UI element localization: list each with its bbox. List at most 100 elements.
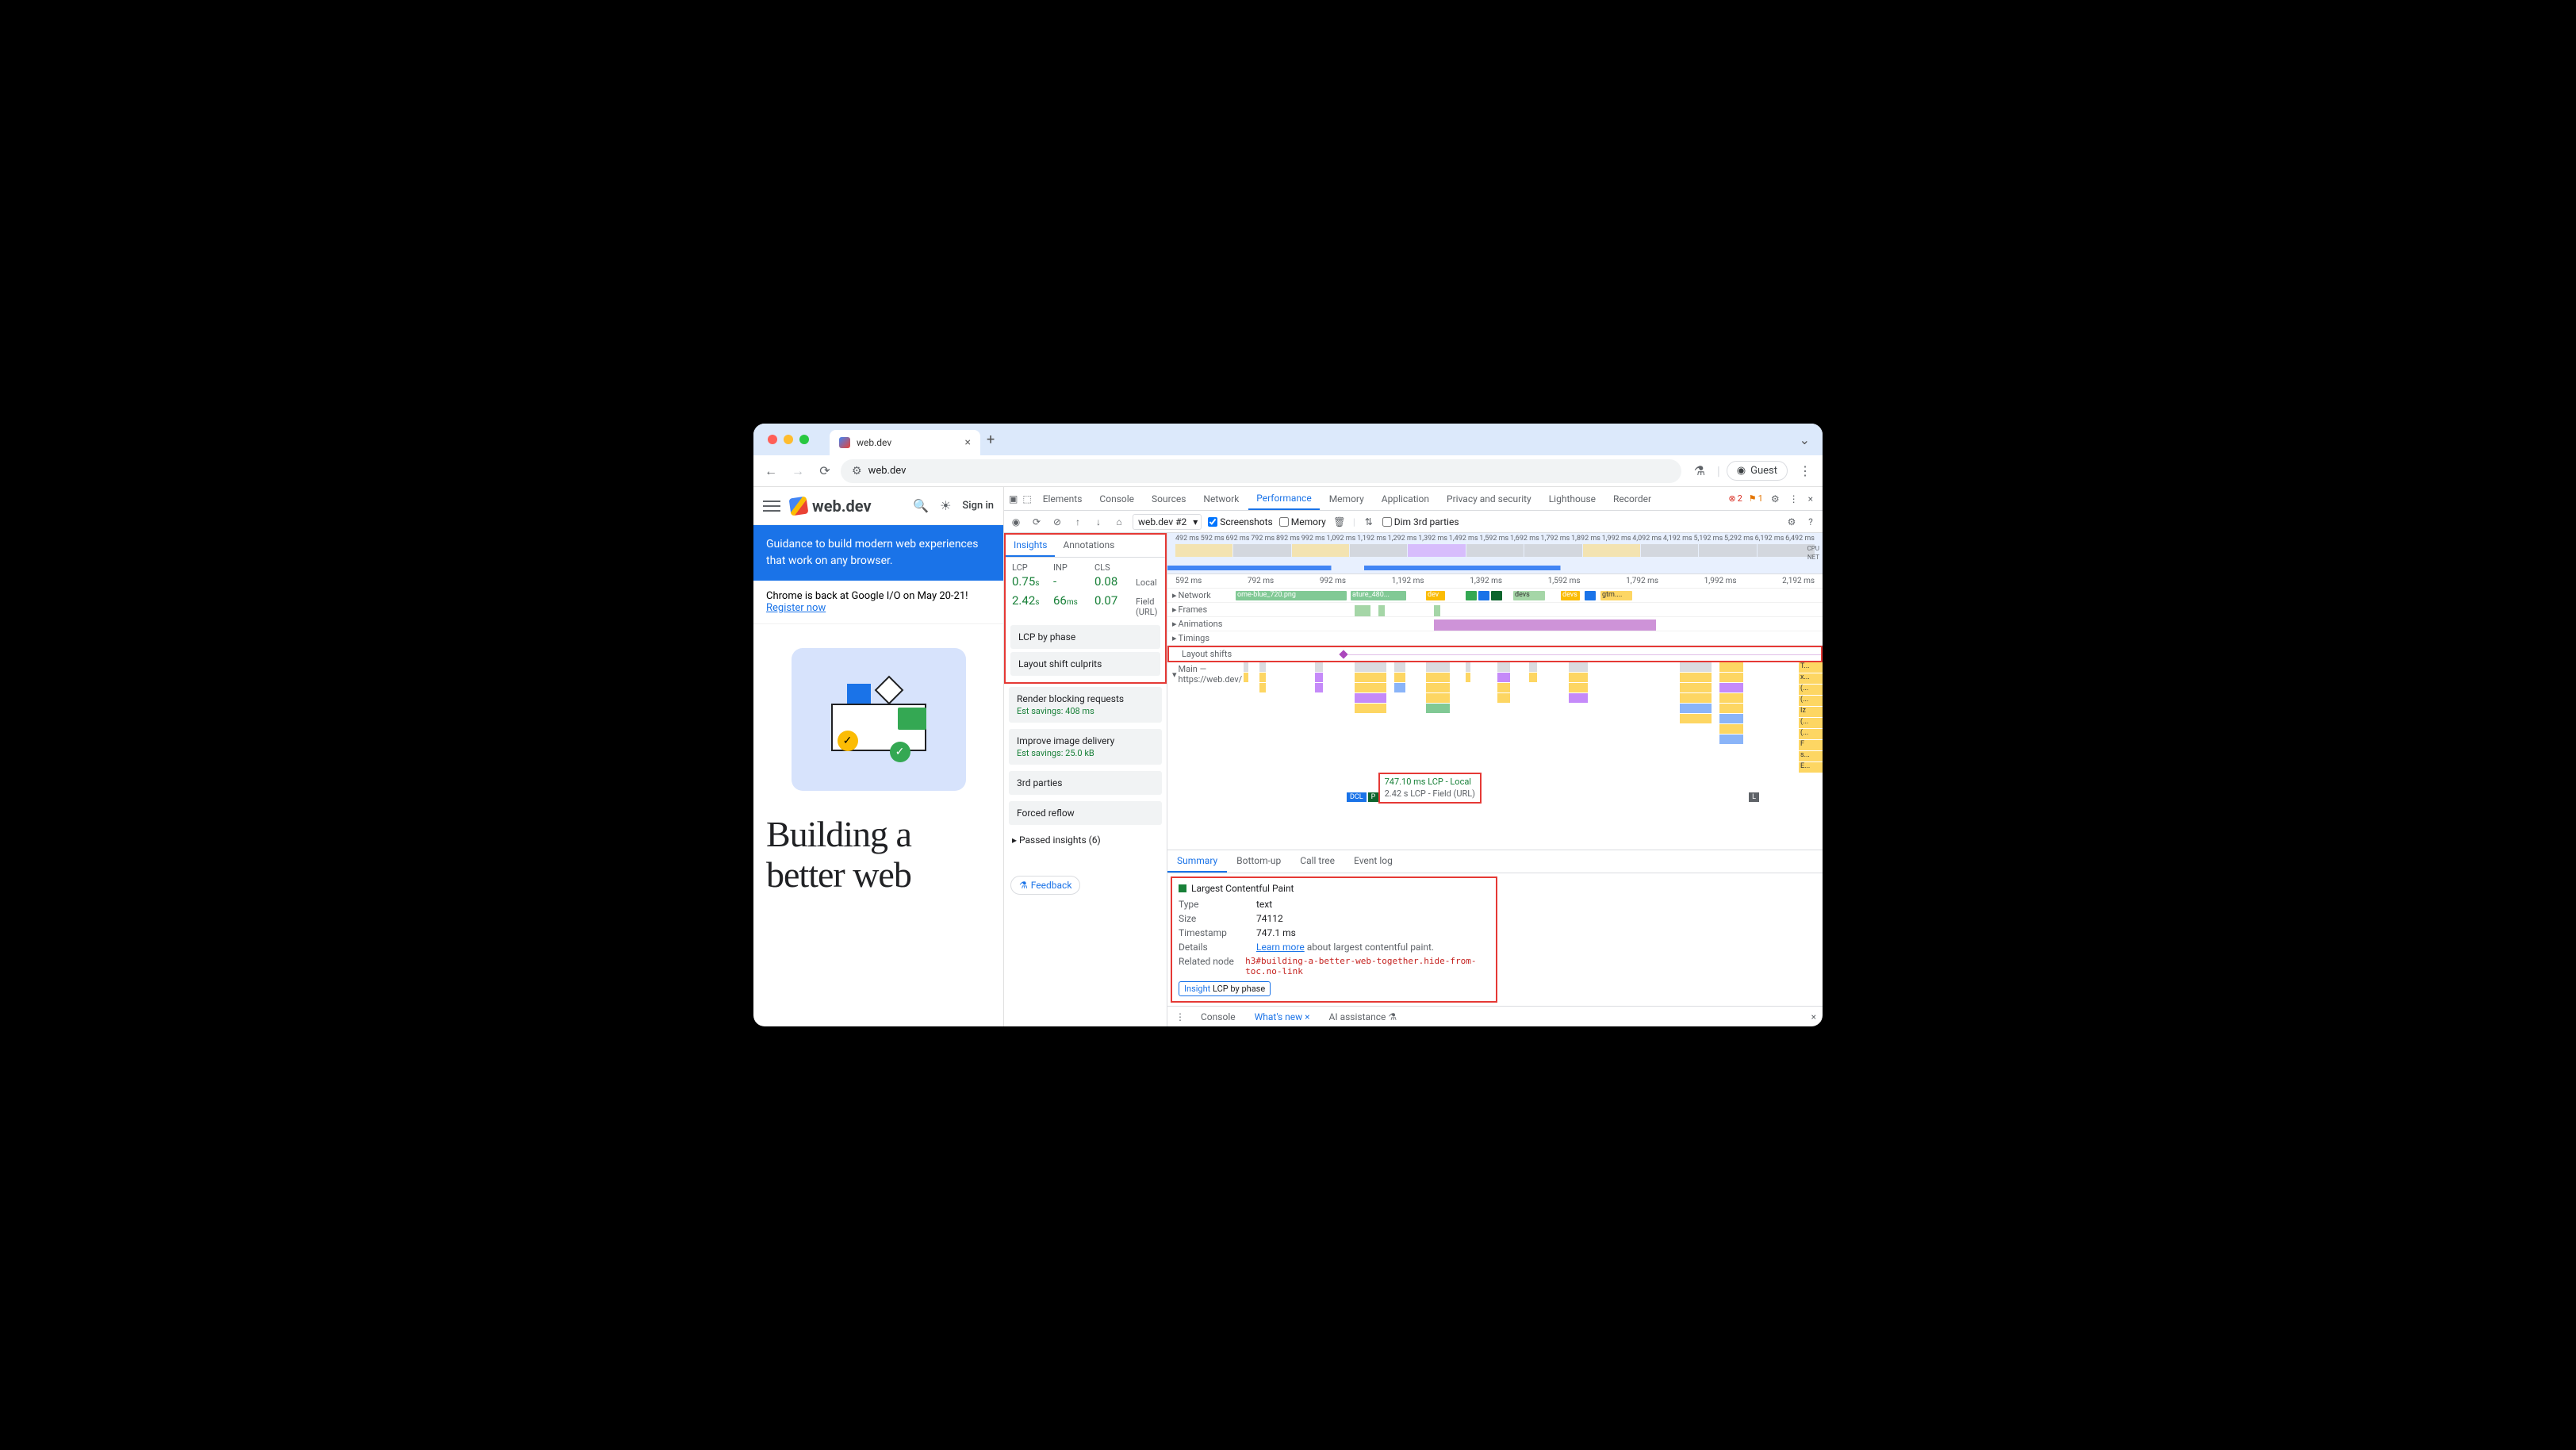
record-button[interactable]: ◉ — [1009, 515, 1023, 529]
close-tab-button[interactable]: × — [965, 436, 971, 449]
browser-tab[interactable]: web.dev × — [830, 430, 980, 455]
reload-button[interactable]: ⟳ — [814, 460, 836, 482]
drawer-whatsnew-tab[interactable]: What's new × — [1250, 1008, 1315, 1026]
devtools-pane: ▣ ⬚ Elements Console Sources Network Per… — [1004, 487, 1823, 1026]
new-tab-button[interactable]: + — [987, 432, 995, 448]
annotations-tab[interactable]: Annotations — [1055, 535, 1122, 557]
clear-button[interactable]: ⊘ — [1050, 515, 1064, 529]
calltree-tab[interactable]: Call tree — [1290, 850, 1344, 873]
metrics-local-row: 0.75s - 0.08 Local — [1006, 574, 1165, 593]
browser-menu-button[interactable]: ⋮ — [1794, 460, 1816, 482]
settings-icon[interactable]: ⚙ — [1769, 492, 1781, 506]
error-badge[interactable]: ⊗2 — [1728, 493, 1742, 504]
tab-console[interactable]: Console — [1091, 489, 1142, 509]
window-controls — [760, 435, 817, 444]
labs-icon[interactable]: ⚗ — [1689, 460, 1711, 482]
time-ruler[interactable]: 592 ms792 ms992 ms1,192 ms1,392 ms1,592 … — [1167, 574, 1823, 589]
insight-render-blocking[interactable]: Render blocking requests Est savings: 40… — [1009, 687, 1162, 723]
tab-performance[interactable]: Performance — [1248, 488, 1319, 510]
help-icon[interactable]: ? — [1804, 515, 1818, 529]
l-marker: L — [1749, 792, 1759, 802]
reload-record-button[interactable]: ⟳ — [1029, 515, 1044, 529]
tab-privacy[interactable]: Privacy and security — [1439, 489, 1539, 509]
signin-link[interactable]: Sign in — [962, 500, 994, 512]
site-logo[interactable]: web.dev — [790, 497, 872, 516]
tabs-dropdown-button[interactable]: ⌄ — [1793, 429, 1816, 451]
search-icon[interactable]: 🔍 — [913, 498, 929, 513]
gc-button[interactable]: 🗑 — [1332, 515, 1347, 529]
tab-network[interactable]: Network — [1195, 489, 1247, 509]
passed-insights-toggle[interactable]: ▸ Passed insights (6) — [1004, 828, 1167, 852]
recording-select[interactable]: web.dev #2 ▾ — [1133, 514, 1202, 530]
insight-chip[interactable]: Insight LCP by phase — [1179, 981, 1271, 996]
back-button[interactable]: ← — [760, 460, 782, 482]
inspect-icon[interactable]: ▣ — [1007, 492, 1019, 506]
home-button[interactable]: ⌂ — [1112, 515, 1126, 529]
maximize-window-button[interactable] — [799, 435, 809, 444]
tab-title: web.dev — [857, 437, 891, 448]
lcp-tooltip: 747.10 ms LCP - Local 2.42 s LCP - Field… — [1378, 773, 1482, 804]
close-window-button[interactable] — [768, 435, 777, 444]
timeline-pane: 492 ms592 ms692 ms792 ms892 ms992 ms1,09… — [1167, 533, 1823, 1026]
track-frames[interactable]: ▸ Frames — [1167, 603, 1823, 617]
drawer-close-button[interactable]: × — [1811, 1011, 1816, 1022]
forward-button[interactable]: → — [787, 460, 809, 482]
insight-image-delivery[interactable]: Improve image delivery Est savings: 25.0… — [1009, 729, 1162, 765]
drawer-ai-tab[interactable]: AI assistance ⚗ — [1324, 1008, 1402, 1026]
performance-toolbar: ◉ ⟳ ⊘ ↑ ↓ ⌂ web.dev #2 ▾ Screenshots Mem… — [1004, 511, 1823, 533]
feedback-button[interactable]: ⚗ Feedback — [1010, 876, 1080, 895]
download-button[interactable]: ↓ — [1091, 515, 1106, 529]
overview-ruler[interactable]: 492 ms592 ms692 ms792 ms892 ms992 ms1,09… — [1167, 533, 1823, 574]
insight-forced-reflow[interactable]: Forced reflow — [1009, 801, 1162, 825]
tracks-container[interactable]: ▸ Network ome-blue_720.png ature_480... … — [1167, 589, 1823, 850]
summary-tab[interactable]: Summary — [1167, 850, 1227, 873]
track-layout-shifts[interactable]: Layout shifts — [1167, 646, 1823, 662]
profile-button[interactable]: ◉ Guest — [1727, 461, 1788, 481]
eventlog-tab[interactable]: Event log — [1344, 850, 1402, 873]
tab-lighthouse[interactable]: Lighthouse — [1541, 489, 1604, 509]
insight-lcp-phase[interactable]: LCP by phase — [1010, 625, 1160, 649]
bottomup-tab[interactable]: Bottom-up — [1227, 850, 1290, 873]
hero-banner: Guidance to build modern web experiences… — [753, 525, 1003, 581]
warning-badge[interactable]: ⚑1 — [1749, 493, 1763, 504]
insight-layout-culprits[interactable]: Layout shift culprits — [1010, 652, 1160, 676]
memory-checkbox[interactable]: Memory — [1279, 516, 1326, 527]
insights-tab[interactable]: Insights — [1006, 535, 1055, 557]
related-node-link[interactable]: h3#building-a-better-web-together.hide-f… — [1245, 956, 1489, 976]
metrics-field-row: 2.42s 66ms 0.07 Field (URL) — [1006, 593, 1165, 622]
track-timings[interactable]: ▸ Timings — [1167, 631, 1823, 646]
theme-toggle-icon[interactable]: ☀ — [940, 498, 951, 513]
more-icon[interactable]: ⋮ — [1788, 492, 1800, 506]
site-info-icon[interactable]: ⚙ — [852, 465, 862, 478]
screenshots-checkbox[interactable]: Screenshots — [1208, 516, 1272, 527]
drawer-menu-icon[interactable]: ⋮ — [1174, 1010, 1186, 1024]
tab-recorder[interactable]: Recorder — [1605, 489, 1659, 509]
favicon-icon — [839, 437, 850, 448]
minimize-window-button[interactable] — [784, 435, 793, 444]
url-input[interactable]: ⚙ web.dev — [841, 459, 1681, 483]
io-banner: Chrome is back at Google I/O on May 20-2… — [753, 581, 1003, 624]
register-link[interactable]: Register now — [766, 602, 826, 614]
tune-icon[interactable]: ⇅ — [1362, 515, 1376, 529]
tab-memory[interactable]: Memory — [1321, 489, 1372, 509]
url-text: web.dev — [868, 465, 907, 477]
close-devtools-button[interactable]: × — [1807, 492, 1815, 506]
learn-more-link[interactable]: Learn more — [1256, 942, 1305, 953]
track-network[interactable]: ▸ Network ome-blue_720.png ature_480... … — [1167, 589, 1823, 603]
browser-window: web.dev × + ⌄ ← → ⟳ ⚙ web.dev ⚗ | ◉ Gues… — [753, 424, 1823, 1026]
summary-panel: Largest Contentful Paint Typetext Size74… — [1171, 877, 1497, 1003]
insight-3rd-parties[interactable]: 3rd parties — [1009, 771, 1162, 795]
drawer-console-tab[interactable]: Console — [1196, 1008, 1240, 1026]
tab-application[interactable]: Application — [1374, 489, 1437, 509]
upload-button[interactable]: ↑ — [1071, 515, 1085, 529]
perf-settings-icon[interactable]: ⚙ — [1784, 515, 1799, 529]
dim3rd-checkbox[interactable]: Dim 3rd parties — [1382, 516, 1459, 527]
track-main[interactable]: ▾ Main — https://web.dev/ — [1167, 662, 1823, 805]
hero-heading: Building a better web — [753, 807, 1003, 903]
website-pane: web.dev 🔍 ☀ Sign in Guidance to build mo… — [753, 487, 1004, 1026]
device-icon[interactable]: ⬚ — [1021, 492, 1033, 506]
tab-sources[interactable]: Sources — [1144, 489, 1194, 509]
menu-button[interactable] — [763, 497, 780, 515]
tab-elements[interactable]: Elements — [1035, 489, 1091, 509]
track-animations[interactable]: ▸ Animations — [1167, 617, 1823, 631]
